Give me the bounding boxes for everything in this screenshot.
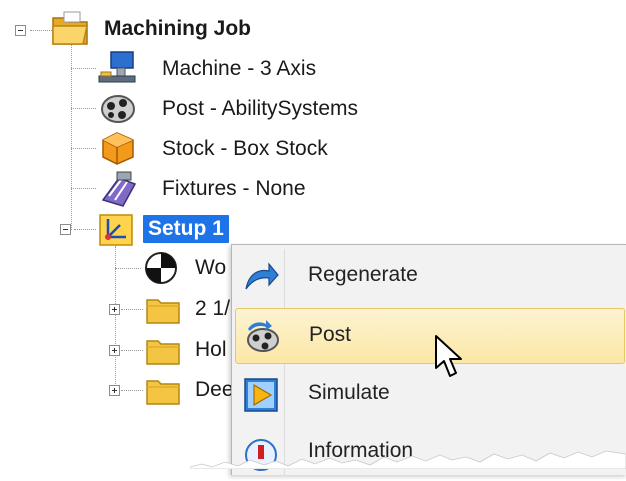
- tree-item-stock[interactable]: Stock - Box Stock: [162, 135, 328, 163]
- torn-edge: [190, 450, 626, 469]
- folder-expand-toggle[interactable]: [109, 304, 120, 315]
- tree-item-post[interactable]: Post - AbilitySystems: [162, 95, 358, 123]
- tree-line: [71, 68, 96, 69]
- tree-item-folder[interactable]: 2 1/: [195, 295, 230, 323]
- menu-item-regenerate[interactable]: Regenerate: [235, 249, 625, 305]
- tree-line: [71, 188, 96, 189]
- root-collapse-toggle[interactable]: [15, 25, 26, 36]
- tree-line: [121, 390, 143, 391]
- tree-item-folder[interactable]: Dee: [195, 376, 234, 404]
- folder-expand-toggle[interactable]: [109, 385, 120, 396]
- setup-collapse-toggle[interactable]: [60, 224, 71, 235]
- work-offset-icon: [145, 252, 177, 284]
- fixtures-icon: [101, 171, 137, 207]
- setup-icon: [99, 214, 133, 246]
- tree-line: [74, 229, 96, 230]
- tree-item-setup-1[interactable]: Setup 1: [143, 215, 229, 243]
- mouse-pointer-icon: [435, 335, 462, 377]
- tree-item-fixtures[interactable]: Fixtures - None: [162, 175, 306, 203]
- tree-item-machining-job[interactable]: Machining Job: [104, 15, 251, 43]
- machine-icon: [98, 51, 136, 83]
- post-reel-icon: [101, 95, 135, 123]
- menu-item-label: Post: [309, 323, 352, 346]
- folder-open-icon: [52, 11, 88, 45]
- menu-item-post[interactable]: Post: [235, 308, 625, 364]
- simulate-play-icon: [244, 378, 278, 412]
- menu-item-label: Simulate: [308, 381, 390, 404]
- tree-item-machine[interactable]: Machine - 3 Axis: [162, 55, 316, 83]
- menu-item-label: Regenerate: [308, 263, 418, 286]
- menu-item-simulate[interactable]: Simulate: [235, 367, 625, 423]
- folder-icon: [146, 340, 180, 365]
- tree-line: [115, 268, 141, 269]
- folder-icon: [146, 380, 180, 405]
- tree-line: [30, 30, 52, 31]
- post-icon: [247, 320, 279, 352]
- regenerate-arrow-icon: [245, 262, 279, 290]
- tree-item-folder[interactable]: Hol: [195, 336, 227, 364]
- folder-icon: [146, 299, 180, 324]
- tree-line: [71, 44, 72, 230]
- tree-item-work-offset[interactable]: Wo: [195, 254, 226, 282]
- folder-expand-toggle[interactable]: [109, 345, 120, 356]
- stock-box-icon: [102, 132, 134, 165]
- tree-line: [121, 350, 143, 351]
- tree-line: [71, 148, 96, 149]
- tree-line: [121, 309, 143, 310]
- tree-line: [71, 108, 96, 109]
